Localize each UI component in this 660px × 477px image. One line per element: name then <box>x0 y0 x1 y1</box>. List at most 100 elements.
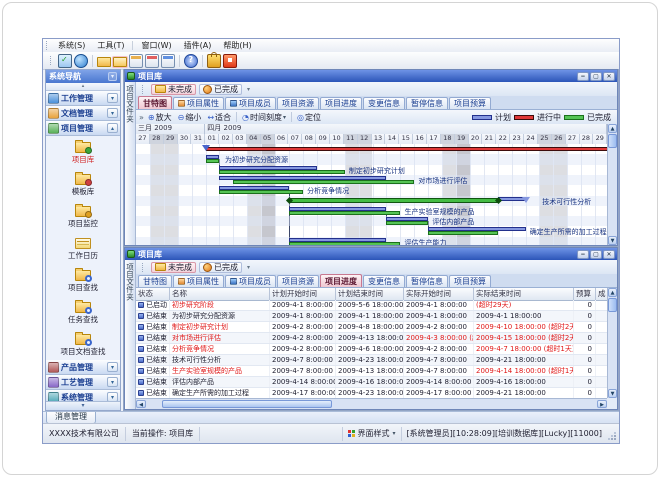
toolbar-overflow-icon[interactable]: » <box>139 113 144 122</box>
table-horizontal-scrollbar[interactable]: ◀ ▶ <box>136 398 607 409</box>
column-header-1[interactable]: 名称 <box>170 288 270 300</box>
progress-bar[interactable] <box>206 147 607 151</box>
summary-bar[interactable] <box>289 198 498 203</box>
actual-bar[interactable] <box>289 242 400 245</box>
scroll-up-icon[interactable]: ▲ <box>608 288 617 297</box>
sidebar-item-1[interactable]: 模板库 <box>46 168 120 200</box>
table-filter-1[interactable]: 已完成 <box>199 262 242 273</box>
table-vertical-scrollbar[interactable]: ▲ ▼ <box>607 288 617 398</box>
gantt-tool-4[interactable]: ◎定位 <box>295 112 323 123</box>
table-row-5[interactable]: 已结束技术可行性分析2009-4-7 8:00:002009-4-23 18:0… <box>136 355 607 366</box>
sidebar-item-5[interactable]: 任务查找 <box>46 296 120 328</box>
scroll-thumb[interactable] <box>608 298 617 312</box>
restore-button[interactable]: ▢ <box>590 250 602 259</box>
sidebar-group-0[interactable]: 工作管理▾ <box>46 91 120 106</box>
resize-grip[interactable] <box>608 432 616 440</box>
screen-icon[interactable] <box>58 54 72 68</box>
table-tab-0[interactable]: 甘特图 <box>138 275 172 287</box>
scroll-left-icon[interactable]: ◀ <box>136 400 146 408</box>
sidebar-group-4[interactable]: 工艺管理▾ <box>46 375 120 390</box>
gantt-tool-0[interactable]: ⊕放大 <box>146 112 174 123</box>
gantt-tool-2[interactable]: ↔适合 <box>205 112 233 123</box>
sidebar-group-3[interactable]: 产品管理▾ <box>46 360 120 375</box>
gantt-tab-7[interactable]: 项目预算 <box>449 97 491 109</box>
menu-item-0[interactable]: 系统(S) <box>52 40 91 52</box>
sidebar-item-4[interactable]: 项目查找 <box>46 264 120 296</box>
folder-icon[interactable] <box>97 57 111 67</box>
gantt-vertical-scrollbar[interactable]: ▲ ▼ <box>607 124 617 245</box>
sidebar-item-6[interactable]: 项目文档查找 <box>46 328 120 360</box>
chevron-down-icon[interactable]: ▾ <box>107 93 118 103</box>
gantt-window-titlebar[interactable]: 项目库 ‒ ▢ ✕ <box>125 70 617 82</box>
gantt-tool-1[interactable]: ⊖缩小 <box>176 112 204 123</box>
table-row-2[interactable]: 已结束制定初步研究计划2009-4-2 8:00:002009-4-8 18:0… <box>136 322 607 333</box>
scroll-down-icon[interactable]: ▼ <box>608 389 617 398</box>
table-row-4[interactable]: 已结束分析竞争情况2009-4-2 8:00:002009-4-6 18:00:… <box>136 344 607 355</box>
column-header-7[interactable]: 成 <box>596 288 607 300</box>
table-tab-3[interactable]: 项目资源 <box>277 275 319 287</box>
menu-item-4[interactable]: 帮助(H) <box>217 40 257 52</box>
sidebar-item-0[interactable]: 项目库 <box>46 136 120 168</box>
project-folders-vertical-tab[interactable]: 项目文件夹 <box>125 82 136 245</box>
actual-bar[interactable] <box>428 231 498 235</box>
ui-style-button[interactable]: 界面样式 ▾ <box>342 427 401 441</box>
sidebar-group-2[interactable]: 项目管理▴ <box>46 121 120 136</box>
menu-item-3[interactable]: 插件(A) <box>178 40 218 52</box>
column-header-0[interactable]: 状态 <box>136 288 170 300</box>
scroll-thumb[interactable] <box>162 400 332 408</box>
gantt-tab-4[interactable]: 项目进度 <box>320 97 362 109</box>
gantt-tab-3[interactable]: 项目资源 <box>277 97 319 109</box>
scroll-right-icon[interactable]: ▶ <box>597 400 607 408</box>
column-header-3[interactable]: 计划结束时间 <box>336 288 404 300</box>
close-button[interactable]: ✕ <box>603 72 615 81</box>
toolbar-overflow-icon[interactable]: ▾ <box>247 86 250 93</box>
gantt-tab-0[interactable]: 甘特图 <box>138 96 172 109</box>
gantt-tab-6[interactable]: 暂停信息 <box>406 97 448 109</box>
pin-icon[interactable]: ▾ <box>108 72 117 81</box>
note-view-icon[interactable] <box>161 54 175 68</box>
menu-item-2[interactable]: 窗口(W) <box>135 40 177 52</box>
help-icon[interactable] <box>184 54 198 68</box>
note-edit-icon[interactable] <box>145 54 159 68</box>
table-row-8[interactable]: 已结束确定生产所需的加工过程2009-4-17 8:00:002009-4-23… <box>136 388 607 398</box>
globe-icon[interactable] <box>74 54 88 68</box>
column-header-2[interactable]: 计划开始时间 <box>270 288 336 300</box>
actual-bar[interactable] <box>386 221 428 225</box>
exit-icon[interactable] <box>223 54 237 68</box>
minimize-button[interactable]: ‒ <box>577 250 589 259</box>
table-row-1[interactable]: 已结束为初步研究分配资源2009-4-1 8:00:002009-4-1 18:… <box>136 311 607 322</box>
folder-open-icon[interactable] <box>113 57 127 67</box>
sidebar-item-2[interactable]: 项目监控 <box>46 200 120 232</box>
table-filter-0[interactable]: 未完成 <box>151 262 196 273</box>
table-tab-7[interactable]: 项目预算 <box>449 275 491 287</box>
scroll-up-icon[interactable]: ▲ <box>608 124 617 133</box>
chevron-down-icon[interactable]: ▾ <box>107 362 118 372</box>
toolbar-overflow-icon[interactable]: ▾ <box>247 264 250 271</box>
column-header-4[interactable]: 实际开始时间 <box>404 288 474 300</box>
table-row-7[interactable]: 已结束评估内部产品2009-4-14 8:00:002009-4-16 18:0… <box>136 377 607 388</box>
gantt-tab-5[interactable]: 变更信息 <box>363 97 405 109</box>
sidebar-overflow-button[interactable]: ▾ <box>46 401 120 410</box>
actual-bar[interactable] <box>289 211 400 215</box>
gantt-tab-1[interactable]: 项目属性 <box>173 97 224 109</box>
table-tab-1[interactable]: 项目属性 <box>173 275 224 287</box>
sidebar-splitter[interactable]: ▴ <box>46 83 120 91</box>
table-row-6[interactable]: 已结束生产实验室规模的产品2009-4-7 8:00:002009-4-13 1… <box>136 366 607 377</box>
actual-bar[interactable] <box>219 170 344 174</box>
minimize-button[interactable]: ‒ <box>577 72 589 81</box>
note-new-icon[interactable] <box>129 54 143 68</box>
gantt-filter-1[interactable]: 已完成 <box>199 84 242 95</box>
close-button[interactable]: ✕ <box>603 250 615 259</box>
actual-bar[interactable] <box>206 159 220 163</box>
chevron-down-icon[interactable]: ▾ <box>107 108 118 118</box>
gantt-tool-3[interactable]: ◔时间刻度▾ <box>240 112 288 123</box>
actual-bar[interactable] <box>233 180 414 184</box>
table-tab-5[interactable]: 变更信息 <box>363 275 405 287</box>
lock-icon[interactable] <box>207 54 221 68</box>
column-header-6[interactable]: 预算 <box>574 288 596 300</box>
sidebar-item-3[interactable]: 工作日历 <box>46 232 120 264</box>
gantt-tab-2[interactable]: 项目成员 <box>225 97 276 109</box>
gantt-filter-0[interactable]: 未完成 <box>151 84 196 95</box>
restore-button[interactable]: ▢ <box>590 72 602 81</box>
table-tab-6[interactable]: 暂停信息 <box>406 275 448 287</box>
